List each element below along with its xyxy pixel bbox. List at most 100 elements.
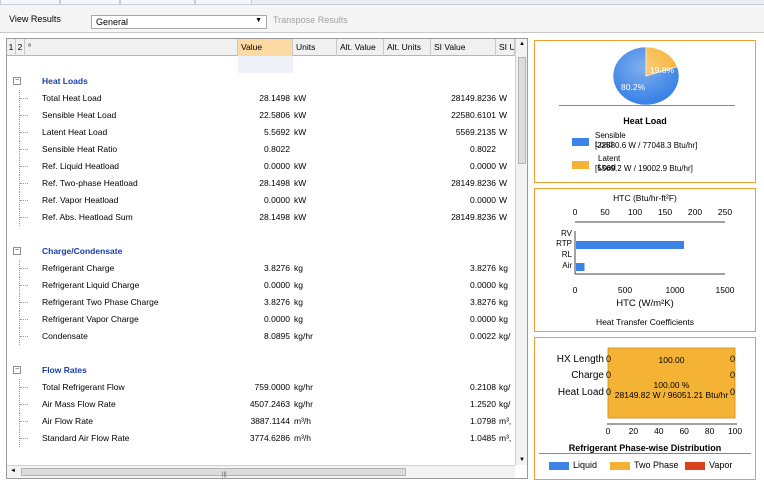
- row-units: kW: [294, 110, 307, 120]
- phase-legend-swatch: [685, 462, 705, 470]
- section-row[interactable]: − Heat Loads: [7, 73, 515, 90]
- scroll-left-icon[interactable]: ◄: [10, 468, 16, 474]
- row-name: Sensible Heat Load: [42, 110, 117, 120]
- tree-connector: [19, 209, 31, 226]
- collapse-icon[interactable]: −: [13, 247, 21, 255]
- row-si-units: kg/: [499, 331, 511, 341]
- table-row[interactable]: Standard Air Flow Rate 3774.6286 m³/h 1.048…: [7, 430, 515, 447]
- view-results-value: General: [96, 17, 129, 27]
- view-results-dropdown[interactable]: General ▼: [91, 15, 267, 29]
- horizontal-scrollbar[interactable]: ◄ |||: [7, 465, 515, 478]
- row-units: m³/h: [294, 433, 311, 443]
- row-si-units: W: [499, 212, 508, 222]
- section-row[interactable]: − Flow Rates: [7, 362, 515, 379]
- row-value: 759.0000: [254, 382, 290, 392]
- collapse-icon[interactable]: −: [13, 77, 21, 85]
- selected-cell[interactable]: [238, 56, 293, 73]
- section-title: Charge/Condensate: [42, 246, 123, 256]
- alt-value-column-header[interactable]: Alt. Value: [337, 39, 384, 56]
- name-column-header[interactable]: ⁸: [25, 39, 238, 56]
- phase-category-label: Heat Load: [557, 387, 604, 398]
- row-name: Refrigerant Two Phase Charge: [42, 297, 159, 307]
- legend-detail-sensible: [22580.6 W / 77048.3 Btu/hr]: [595, 141, 698, 150]
- legend-swatch-latent: [572, 161, 589, 169]
- level-1-button[interactable]: 1: [7, 39, 16, 56]
- row-si-value: 0.0000: [470, 280, 496, 290]
- row-value: 3.8276: [264, 297, 290, 307]
- scroll-down-icon[interactable]: ▼: [519, 457, 525, 463]
- alt-units-column-header[interactable]: Alt. Units: [384, 39, 431, 56]
- chevron-down-icon[interactable]: ▼: [255, 17, 262, 24]
- section-row[interactable]: − Charge/Condensate: [7, 243, 515, 260]
- vertical-scroll-thumb[interactable]: [518, 57, 526, 164]
- tree-connector: [19, 124, 31, 141]
- transpose-results-button[interactable]: Transpose Results: [273, 15, 348, 25]
- table-row[interactable]: Refrigerant Liquid Charge 0.0000 kg 0.0000 k…: [7, 277, 515, 294]
- table-row[interactable]: Latent Heat Load 5.5692 kW 5569.2135 W: [7, 124, 515, 141]
- heat-load-panel: 80.2% 19.8% Heat Load Sensible Load [225…: [534, 40, 756, 183]
- table-row[interactable]: Ref. Vapor Heatload 0.0000 kW 0.0000 W: [7, 192, 515, 209]
- phase-bar-label: 28149.82 W / 96051.21 Btu/hr: [614, 390, 729, 400]
- row-si-value: 5569.2135: [455, 127, 496, 137]
- table-row[interactable]: Refrigerant Two Phase Charge 3.8276 kg 3.82…: [7, 294, 515, 311]
- tree-connector: [19, 192, 31, 209]
- table-row[interactable]: Condensate 8.0895 kg/hr 0.0022 kg/: [7, 328, 515, 345]
- phase-legend-label: Vapor: [709, 460, 733, 470]
- row-value: 5.5692: [264, 127, 290, 137]
- phase-legend-swatch: [610, 462, 630, 470]
- grip-icon: |||: [222, 472, 227, 478]
- collapse-icon[interactable]: −: [13, 366, 21, 374]
- units-column-header[interactable]: Units: [293, 39, 337, 56]
- row-si-value: 1.0798: [470, 416, 496, 426]
- row-units: kW: [294, 127, 307, 137]
- table-row[interactable]: Total Heat Load 28.1498 kW 28149.8236 W: [7, 90, 515, 107]
- row-name: Standard Air Flow Rate: [42, 433, 130, 443]
- phase-bar-label: 100.00: [658, 355, 685, 365]
- htc-chart: [574, 221, 725, 275]
- phase-left-value: 0: [606, 370, 612, 380]
- horizontal-scroll-thumb[interactable]: |||: [21, 468, 406, 478]
- row-name: Condensate: [42, 331, 88, 341]
- row-si-units: W: [499, 110, 508, 120]
- htc-bar-rtp: [576, 241, 684, 249]
- results-grid: 1 2 ⁸ Value Units Alt. Value Alt. Units …: [6, 38, 528, 479]
- row-si-units: kg/: [499, 399, 511, 409]
- tree-connector: [19, 311, 31, 328]
- row-units: kW: [294, 212, 307, 222]
- tree-connector: [19, 260, 31, 277]
- row-units: kg/hr: [294, 399, 313, 409]
- row-name: Sensible Heat Ratio: [42, 144, 118, 154]
- heat-load-title: Heat Load: [623, 116, 667, 126]
- row-si-units: m³,: [499, 416, 512, 426]
- table-row[interactable]: Total Refrigerant Flow 759.0000 kg/hr 0.210…: [7, 379, 515, 396]
- htc-category-label: Air: [562, 261, 572, 270]
- table-row[interactable]: Air Flow Rate 3887.1144 m³/h 1.0798 m³,: [7, 413, 515, 430]
- vertical-scrollbar[interactable]: ▲ ▼: [515, 39, 527, 465]
- table-row[interactable]: Sensible Heat Load 22.5806 kW 22580.6101 W: [7, 107, 515, 124]
- heat-load-pie: 80.2% 19.8%: [612, 46, 680, 106]
- phase-legend-swatch: [549, 462, 569, 470]
- table-row[interactable]: Air Mass Flow Rate 4507.2463 kg/hr 1.2520 kg…: [7, 396, 515, 413]
- row-si-units: m³,: [499, 433, 512, 443]
- phase-legend-label: Two Phase: [634, 460, 679, 470]
- htc-bottom-tick: 1500: [715, 285, 735, 295]
- si-units-column-header[interactable]: SI U: [496, 39, 515, 56]
- section-title: Heat Loads: [42, 76, 88, 86]
- table-row[interactable]: Ref. Two-phase Heatload 28.1498 kW 28149.82…: [7, 175, 515, 192]
- table-row[interactable]: Ref. Liquid Heatload 0.0000 kW 0.0000 W: [7, 158, 515, 175]
- table-row[interactable]: Refrigerant Charge 3.8276 kg 3.8276 kg: [7, 260, 515, 277]
- value-column-header[interactable]: Value: [238, 39, 293, 56]
- scroll-up-icon[interactable]: ▲: [519, 41, 525, 47]
- table-row[interactable]: Ref. Abs. Heatload Sum 28.1498 kW 28149.823…: [7, 209, 515, 226]
- row-si-units: W: [499, 161, 508, 171]
- row-units: kW: [294, 195, 307, 205]
- htc-bottom-tick: 0: [572, 285, 578, 295]
- htc-bottom-tick: 1000: [665, 285, 685, 295]
- phase-legend-label: Liquid: [573, 460, 598, 470]
- grid-header: 1 2 ⁸ Value Units Alt. Value Alt. Units …: [7, 39, 515, 56]
- table-row[interactable]: Refrigerant Vapor Charge 0.0000 kg 0.0000 kg: [7, 311, 515, 328]
- row-value: 28.1498: [259, 93, 290, 103]
- table-row[interactable]: Sensible Heat Ratio 0.8022 0.8022: [7, 141, 515, 158]
- si-value-column-header[interactable]: SI Value: [431, 39, 496, 56]
- level-2-button[interactable]: 2: [16, 39, 25, 56]
